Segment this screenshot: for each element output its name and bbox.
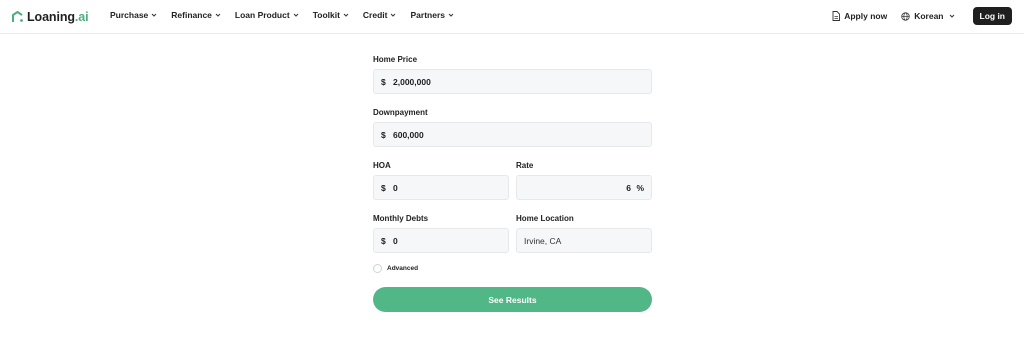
brand-name: Loaning.ai	[27, 10, 89, 24]
nav-toolkit-label: Toolkit	[312, 10, 340, 20]
dollar-prefix: $	[381, 183, 386, 193]
monthly-debts-input[interactable]: $ 0	[373, 228, 509, 253]
nav-purchase[interactable]: Purchase	[110, 10, 157, 20]
nav-refinance[interactable]: Refinance	[171, 10, 221, 20]
nav-partners-label: Partners	[410, 10, 445, 20]
downpayment-label: Downpayment	[373, 108, 428, 117]
nav-credit[interactable]: Credit	[363, 10, 397, 20]
house-icon	[12, 11, 23, 22]
chevron-down-icon	[343, 13, 349, 17]
downpayment-input[interactable]: $ 600,000	[373, 122, 652, 147]
chevron-down-icon	[448, 13, 454, 17]
percent-suffix: %	[636, 183, 644, 193]
nav-credit-label: Credit	[362, 10, 388, 20]
apply-now-link[interactable]: Apply now	[832, 11, 887, 21]
home-location-value: Irvine, CA	[524, 236, 562, 246]
rate-input[interactable]: 6 %	[516, 175, 652, 200]
login-button[interactable]: Log in	[972, 7, 1012, 25]
brand-logo[interactable]: Loaning.ai	[12, 8, 89, 26]
rate-value: 6	[626, 183, 631, 193]
home-location-input[interactable]: Irvine, CA	[516, 228, 652, 253]
nav-partners[interactable]: Partners	[410, 10, 454, 20]
dollar-prefix: $	[381, 236, 386, 246]
home-price-value: 2,000,000	[393, 77, 431, 87]
apply-now-label: Apply now	[844, 11, 888, 21]
top-navbar: Loaning.ai Purchase Refinance Loan Produ…	[0, 0, 1024, 34]
home-price-input[interactable]: $ 2,000,000	[373, 69, 652, 94]
document-icon	[832, 11, 841, 21]
globe-icon	[901, 11, 910, 21]
advanced-radio[interactable]	[373, 264, 382, 273]
language-selector[interactable]: Korean	[901, 11, 958, 21]
main-nav: Purchase Refinance Loan Product Toolkit …	[110, 10, 468, 20]
nav-loan-product-label: Loan Product	[234, 10, 290, 20]
chevron-down-icon	[215, 13, 221, 17]
chevron-down-icon	[949, 14, 954, 18]
nav-purchase-label: Purchase	[110, 10, 149, 20]
chevron-down-icon	[151, 13, 157, 17]
header-actions: Apply now Korean Log in	[832, 7, 1012, 25]
home-location-label: Home Location	[516, 214, 574, 223]
dollar-prefix: $	[381, 130, 386, 140]
advanced-toggle[interactable]: Advanced	[373, 264, 418, 273]
nav-refinance-label: Refinance	[171, 10, 212, 20]
rate-label: Rate	[516, 161, 534, 170]
home-price-label: Home Price	[373, 55, 418, 64]
hoa-value: 0	[393, 183, 398, 193]
chevron-down-icon	[293, 13, 299, 17]
monthly-debts-label: Monthly Debts	[373, 214, 429, 223]
hoa-input[interactable]: $ 0	[373, 175, 509, 200]
hoa-label: HOA	[373, 161, 391, 170]
dollar-prefix: $	[381, 77, 386, 87]
downpayment-value: 600,000	[393, 130, 424, 140]
monthly-debts-value: 0	[393, 236, 398, 246]
nav-loan-product[interactable]: Loan Product	[235, 10, 299, 20]
language-label: Korean	[914, 11, 944, 21]
nav-toolkit[interactable]: Toolkit	[313, 10, 349, 20]
chevron-down-icon	[391, 13, 396, 17]
advanced-label: Advanced	[387, 265, 419, 272]
see-results-button[interactable]: See Results	[373, 287, 652, 312]
